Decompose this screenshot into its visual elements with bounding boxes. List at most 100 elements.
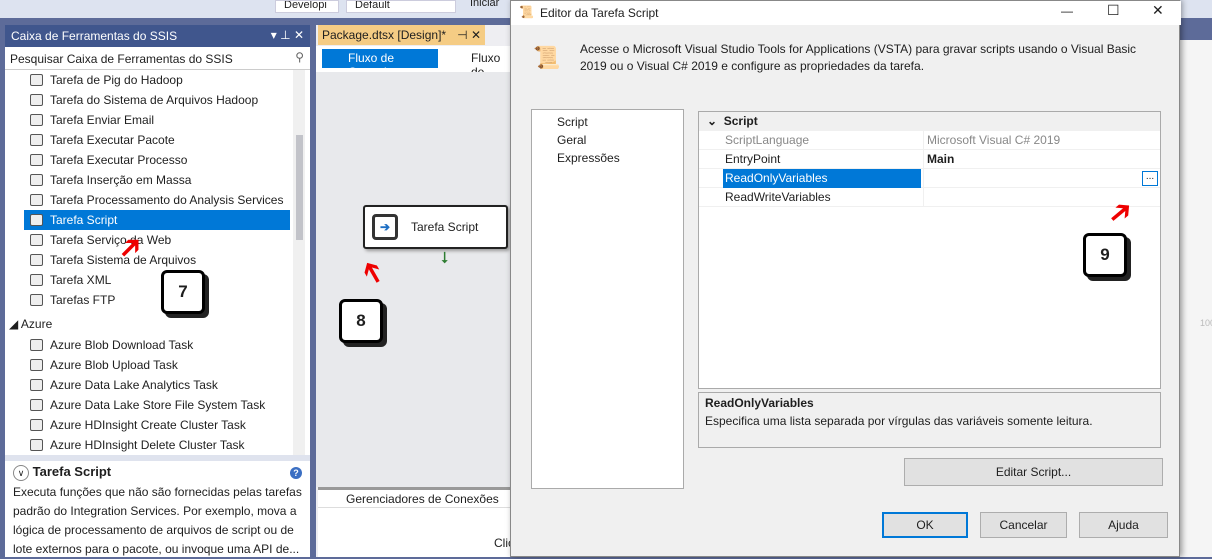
toolbox-item[interactable]: Tarefas FTP: [24, 290, 290, 310]
toolbox-item[interactable]: Tarefa XML: [24, 270, 290, 290]
toolbox-item[interactable]: Tarefa Enviar Email: [24, 110, 290, 130]
annotation-badge-8: 8: [339, 299, 383, 343]
toolbox-item[interactable]: Tarefa Serviço da Web: [24, 230, 290, 250]
task-icon: [30, 234, 43, 246]
toolbox-search-input[interactable]: Pesquisar Caixa de Ferramentas do SSIS ⚲: [5, 48, 310, 70]
toolbox-item-label: Tarefa XML: [50, 273, 112, 287]
tab-label: Package.dtsx [Design]*: [322, 28, 447, 42]
script-task-editor-dialog: 📜 Editor da Tarefa Script — ☐ ✕ 📜 Acesse…: [510, 0, 1181, 557]
designer-subtabs: Fluxo de Controle Fluxo de: [316, 46, 516, 79]
azure-task-icon: [30, 439, 43, 451]
collapse-icon[interactable]: ∨: [13, 465, 29, 481]
package-designer: Package.dtsx [Design]* ⊣ ✕ Fluxo de Contr…: [316, 25, 516, 557]
toolbox-item[interactable]: Tarefa Executar Processo: [24, 150, 290, 170]
toolbox-item-label: Azure HDInsight Create Cluster Task: [50, 418, 246, 432]
property-desc-text: Especifica uma lista separada por vírgul…: [705, 414, 1093, 428]
toolbox-group-azure[interactable]: ◢ Azure: [9, 317, 52, 331]
annotation-badge-9: 9: [1083, 233, 1127, 277]
task-icon: [30, 74, 43, 86]
script-task-node[interactable]: ➔ Tarefa Script: [363, 205, 508, 249]
azure-task-icon: [30, 419, 43, 431]
toolbox-item[interactable]: Azure HDInsight Create Cluster Task: [24, 415, 290, 435]
task-label: Tarefa Script: [411, 220, 479, 234]
azure-task-icon: [30, 339, 43, 351]
precedence-arrow-icon[interactable]: ⭣: [441, 250, 449, 268]
start-button[interactable]: Iniciar: [470, 0, 499, 9]
toolbox-item-label: Tarefa Executar Pacote: [50, 133, 175, 147]
property-row[interactable]: ReadOnlyVariables...: [699, 169, 1160, 188]
connection-managers-panel: Gerenciadores de Conexões Clic: [318, 487, 516, 557]
toolbox-scrollbar[interactable]: [293, 70, 305, 455]
annotation-badge-7: 7: [161, 270, 205, 314]
toolbox-item[interactable]: Azure Blob Upload Task: [24, 355, 290, 375]
nav-item[interactable]: Geral: [557, 131, 683, 149]
category-label: Script: [723, 114, 758, 128]
close-icon[interactable]: ✕: [1152, 2, 1164, 19]
toolbox-item-label: Tarefa de Pig do Hadoop: [50, 73, 183, 87]
task-icon: [30, 114, 43, 126]
toolbox-item[interactable]: Azure Data Lake Store File System Task: [24, 395, 290, 415]
close-icon[interactable]: ⊣ ✕: [457, 28, 481, 42]
toolbox-item-label: Tarefa Enviar Email: [50, 113, 155, 127]
toolbox-item[interactable]: Tarefa Inserção em Massa: [24, 170, 290, 190]
ok-button[interactable]: OK: [882, 512, 968, 538]
edit-script-button[interactable]: Editar Script...: [904, 458, 1163, 486]
control-flow-canvas[interactable]: [316, 72, 516, 487]
minimize-icon[interactable]: —: [1061, 4, 1073, 18]
dialog-titlebar: 📜 Editor da Tarefa Script — ☐ ✕: [511, 1, 1181, 25]
property-name: ReadOnlyVariables: [723, 169, 921, 188]
toolbox-item-label: Azure Blob Download Task: [50, 338, 194, 352]
zoom-level: 100%: [1200, 318, 1212, 328]
toolbox-item-label: Tarefas FTP: [50, 293, 116, 307]
tab-connection-managers[interactable]: Gerenciadores de Conexões: [318, 490, 516, 508]
toolbox-item[interactable]: Tarefa Executar Pacote: [24, 130, 290, 150]
category-script[interactable]: ⌄ Script: [699, 112, 1160, 131]
search-placeholder: Pesquisar Caixa de Ferramentas do SSIS: [10, 52, 233, 66]
cancel-button[interactable]: Cancelar: [980, 512, 1067, 538]
configuration-dropdown[interactable]: Developi: [275, 0, 339, 13]
help-button[interactable]: Ajuda: [1079, 512, 1168, 538]
azure-task-icon: [30, 379, 43, 391]
task-icon: [30, 154, 43, 166]
toolbox-item-label: Azure HDInsight Delete Cluster Task: [50, 438, 245, 452]
script-icon: 📜: [519, 5, 534, 19]
toolbox-item[interactable]: Azure Blob Download Task: [24, 335, 290, 355]
property-row[interactable]: EntryPoint Main: [699, 150, 1160, 169]
property-value[interactable]: Main: [923, 150, 1160, 169]
toolbox-description: ∨ Tarefa Script? Executa funções que não…: [5, 455, 310, 557]
tab-control-flow[interactable]: Fluxo de Controle: [322, 49, 438, 79]
nav-item[interactable]: Script: [557, 113, 683, 131]
property-row[interactable]: ScriptLanguage Microsoft Visual C# 2019: [699, 131, 1160, 150]
task-icon: [30, 214, 43, 226]
toolbox-item[interactable]: Tarefa Sistema de Arquivos: [24, 250, 290, 270]
nav-item[interactable]: Expressões: [557, 149, 683, 167]
task-icon: [30, 94, 43, 106]
toolbox-item-label: Azure Blob Upload Task: [50, 358, 178, 372]
dialog-title: Editor da Tarefa Script: [540, 6, 659, 20]
search-icon[interactable]: ⚲: [295, 50, 304, 64]
task-icon: [30, 274, 43, 286]
tab-package-design[interactable]: Package.dtsx [Design]* ⊣ ✕: [318, 25, 485, 45]
property-value[interactable]: [923, 169, 1160, 188]
platform-dropdown[interactable]: Default: [346, 0, 456, 13]
property-value[interactable]: Microsoft Visual C# 2019: [923, 131, 1160, 150]
toolbox-item-label: Tarefa Script: [50, 213, 118, 227]
property-name: ScriptLanguage: [725, 133, 810, 147]
close-icon[interactable]: ▾ ⊥ ✕: [271, 28, 304, 42]
toolbox-item[interactable]: Tarefa Script: [24, 210, 290, 230]
toolbox-title-text: Caixa de Ferramentas do SSIS: [11, 29, 178, 43]
ellipsis-button[interactable]: ...: [1142, 171, 1158, 186]
property-row[interactable]: ReadWriteVariables: [699, 188, 1160, 207]
toolbox-item-label: Azure Data Lake Store File System Task: [50, 398, 266, 412]
maximize-icon[interactable]: ☐: [1107, 2, 1120, 19]
toolbox-item[interactable]: Tarefa Processamento do Analysis Service…: [24, 190, 290, 210]
toolbox-item[interactable]: Azure Data Lake Analytics Task: [24, 375, 290, 395]
nav-list: Script Geral Expressões: [531, 109, 684, 489]
toolbox-item[interactable]: Tarefa de Pig do Hadoop: [24, 70, 290, 90]
help-icon[interactable]: ?: [290, 467, 302, 479]
property-description: ReadOnlyVariables Especifica uma lista s…: [698, 392, 1161, 448]
toolbox-item[interactable]: Tarefa do Sistema de Arquivos Hadoop: [24, 90, 290, 110]
toolbox-item[interactable]: Azure HDInsight Delete Cluster Task: [24, 435, 290, 455]
toolbox-item-label: Tarefa Inserção em Massa: [50, 173, 192, 187]
scrollbar-thumb[interactable]: [296, 135, 303, 240]
